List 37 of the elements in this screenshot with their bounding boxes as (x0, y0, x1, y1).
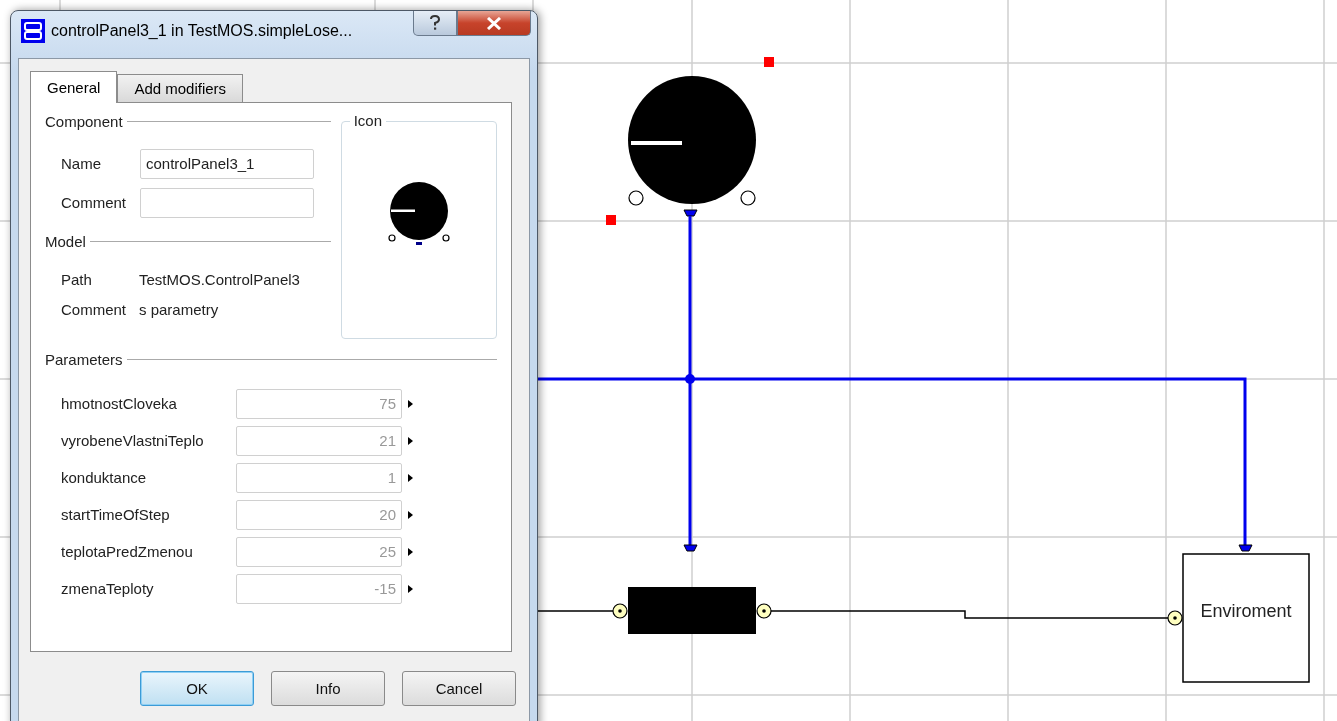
parameter-label: hmotnostCloveka (61, 395, 178, 412)
selection-handle[interactable] (764, 57, 774, 67)
text-field[interactable] (140, 187, 314, 218)
tab[interactable]: Add modifiers (117, 74, 244, 102)
tab[interactable]: General (30, 71, 118, 103)
dialog-button[interactable]: Cancel (402, 671, 516, 706)
help-button[interactable] (413, 11, 457, 36)
parameter-label: zmenaTeploty (61, 580, 155, 597)
menu-arrow-icon[interactable] (408, 547, 413, 556)
app-icon (21, 19, 45, 43)
section-heading: Model (45, 232, 86, 250)
field-label: Name (61, 155, 102, 172)
dialog-button[interactable]: OK (140, 671, 254, 706)
field-value: s parametry (139, 300, 219, 318)
close-icon (486, 16, 502, 30)
menu-arrow-icon[interactable] (408, 510, 413, 519)
menu-arrow-icon[interactable] (408, 399, 413, 408)
section-heading: Component (45, 112, 123, 130)
block-label: Enviroment (1200, 601, 1292, 621)
field-label: Comment (61, 300, 128, 318)
text-field[interactable]: controlPanel3_1 (140, 148, 314, 179)
field-value: TestMOS.ControlPanel3 (139, 270, 300, 288)
help-icon (430, 15, 440, 31)
parameter-label: teplotaPredZmenou (61, 543, 194, 560)
parameter-label: vyrobeneVlastniTeplo (61, 432, 205, 449)
field-label: Path (61, 270, 93, 288)
parameter-label: startTimeOfStep (61, 506, 171, 523)
parameter-label: konduktance (61, 469, 148, 486)
window-title: controlPanel3_1 in TestMOS.simpleLose... (51, 22, 354, 40)
close-button[interactable] (457, 11, 531, 36)
section-heading: Parameters (45, 350, 123, 368)
dialog-button[interactable]: Info (271, 671, 385, 706)
field-label: Comment (61, 194, 128, 211)
menu-arrow-icon[interactable] (408, 436, 413, 445)
menu-arrow-icon[interactable] (408, 473, 413, 482)
menu-arrow-icon[interactable] (408, 584, 413, 593)
selection-handle[interactable] (606, 215, 616, 225)
